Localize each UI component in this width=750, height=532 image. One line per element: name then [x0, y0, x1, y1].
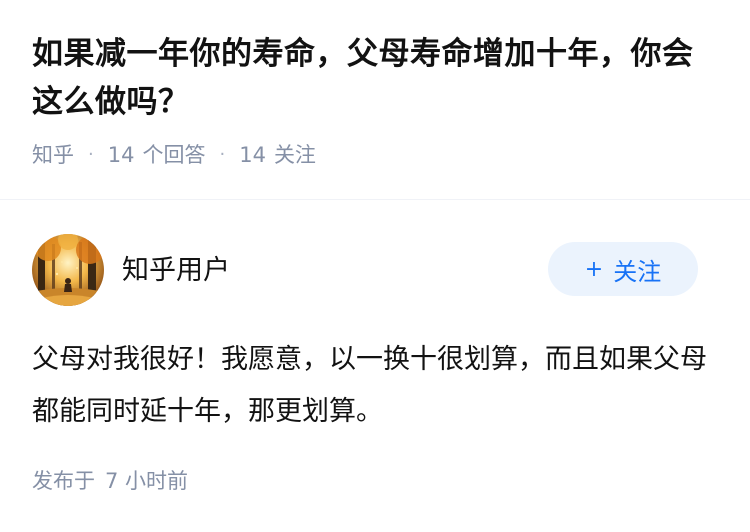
question-meta: 知乎 · 14 个回答 · 14 关注 [32, 140, 722, 170]
plus-icon: + [584, 256, 604, 282]
meta-separator: · [219, 144, 226, 165]
question-title[interactable]: 如果减一年你的寿命，父母寿命增加十年，你会这么做吗？ [32, 30, 722, 126]
follow-count: 14 [239, 143, 266, 167]
published-time: 7 小时前 [105, 469, 189, 493]
meta-separator: · [88, 144, 94, 165]
follow-button-label: 关注 [613, 257, 662, 286]
published-label: 发布于 [32, 469, 95, 493]
section-divider [0, 199, 750, 200]
answer-author: 知乎用户 + 关注 [32, 234, 698, 306]
source-label[interactable]: 知乎 [32, 140, 74, 170]
avatar-autumn-forest-icon[interactable] [32, 234, 104, 306]
answer-content[interactable]: 父母对我很好！我愿意，以一换十很划算，而且如果父母都能同时延十年，那更划算。 [32, 334, 722, 438]
author-name[interactable]: 知乎用户 [122, 248, 230, 287]
answer-count: 14 [107, 143, 135, 167]
follow-count-label: 关注 [273, 143, 316, 167]
question-header: 如果减一年你的寿命，父母寿命增加十年，你会这么做吗？ 知乎 · 14 个回答 ·… [32, 30, 722, 170]
answer-count-label[interactable]: 个回答 [142, 140, 205, 170]
publish-info: 发布于 7 小时前 [32, 466, 188, 496]
follow-button[interactable]: + 关注 [548, 242, 698, 296]
